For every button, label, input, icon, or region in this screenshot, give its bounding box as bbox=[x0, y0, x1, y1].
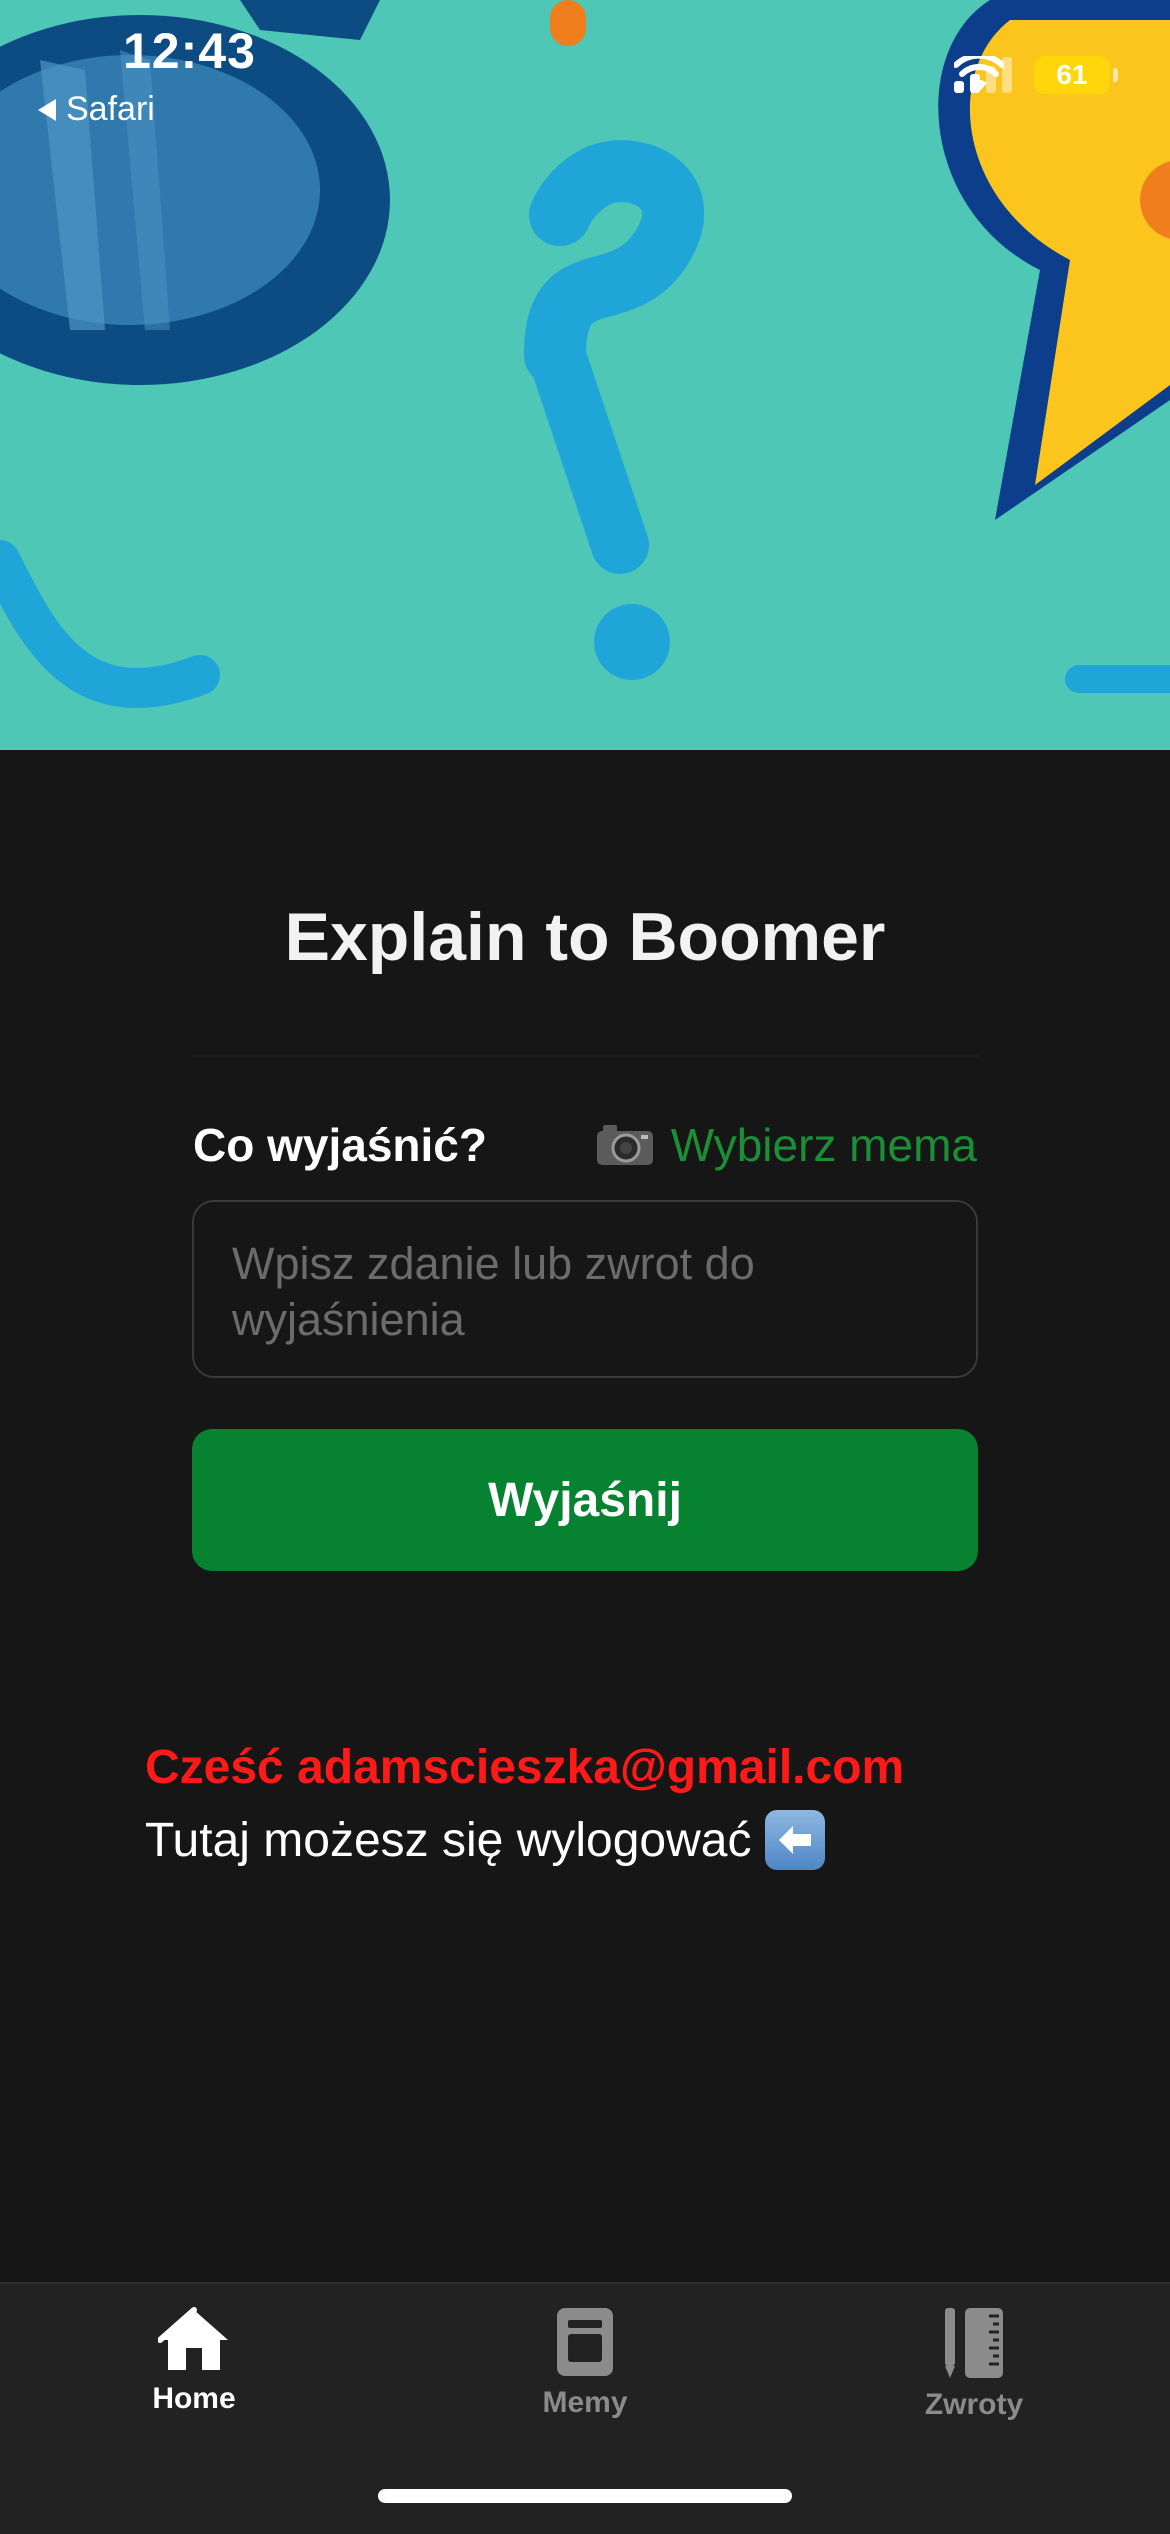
tab-zwroty-label: Zwroty bbox=[924, 2388, 1024, 2421]
memes-icon bbox=[557, 2308, 613, 2376]
back-arrow-icon bbox=[38, 98, 56, 121]
phrase-input[interactable] bbox=[192, 1200, 978, 1378]
phrases-icon bbox=[945, 2308, 1003, 2378]
choose-meme-label: Wybierz mema bbox=[670, 1119, 977, 1171]
wifi-icon bbox=[954, 56, 1004, 92]
status-time: 12:43 bbox=[123, 23, 256, 79]
user-greeting: Cześć adamscieszka@gmail.com bbox=[145, 1741, 905, 1794]
question-mark-illustration bbox=[0, 0, 1170, 750]
page-title: Explain to Boomer bbox=[284, 899, 886, 975]
home-indicator[interactable] bbox=[378, 2489, 792, 2503]
battery-icon: 61 bbox=[1034, 56, 1118, 94]
tab-memy-label: Memy bbox=[542, 2386, 628, 2419]
logout-link[interactable]: Tutaj możesz się wylogować bbox=[145, 1810, 826, 1870]
hero-illustration: 12:43 Safari 61 bbox=[0, 0, 1170, 750]
camera-icon bbox=[596, 1125, 653, 1165]
explain-button[interactable]: Wyjaśnij bbox=[192, 1429, 978, 1571]
tab-home[interactable]: Home bbox=[94, 2306, 294, 2416]
divider bbox=[192, 1055, 978, 1057]
tab-home-label: Home bbox=[152, 2382, 236, 2415]
tab-memy[interactable]: Memy bbox=[485, 2306, 685, 2420]
logout-label: Tutaj możesz się wylogować bbox=[145, 1813, 752, 1867]
status-icons: 61 bbox=[954, 56, 1118, 94]
choose-meme-link[interactable]: Wybierz mema bbox=[595, 1118, 977, 1172]
tab-zwroty[interactable]: Zwroty bbox=[874, 2306, 1074, 2422]
left-arrow-icon bbox=[765, 1810, 826, 1870]
home-icon bbox=[158, 2307, 228, 2370]
question-label: Co wyjaśnić? bbox=[193, 1119, 487, 1171]
back-to-safari-link[interactable]: Safari bbox=[38, 90, 155, 129]
back-label: Safari bbox=[66, 90, 155, 128]
